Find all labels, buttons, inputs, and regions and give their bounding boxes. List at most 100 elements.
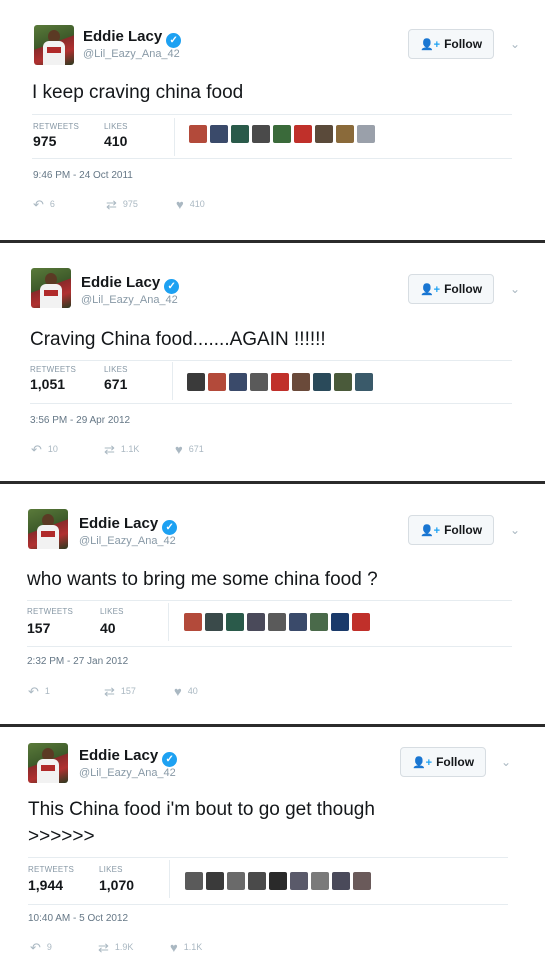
timestamp[interactable]: 3:56 PM - 29 Apr 2012	[30, 415, 130, 426]
retweets-label: RETWEETS	[28, 865, 75, 874]
avatar[interactable]	[313, 373, 331, 391]
avatar[interactable]	[292, 373, 310, 391]
chevron-down-icon[interactable]: ⌄	[508, 37, 522, 51]
avatar[interactable]	[208, 373, 226, 391]
avatar[interactable]	[332, 872, 350, 890]
likes-count[interactable]: 410	[104, 133, 127, 149]
avatar[interactable]	[268, 613, 286, 631]
likes-label: LIKES	[100, 607, 124, 616]
heart-icon: ♥	[175, 442, 183, 457]
avatar[interactable]	[248, 872, 266, 890]
heart-icon: ♥	[174, 684, 182, 699]
avatar[interactable]	[311, 872, 329, 890]
avatar[interactable]	[231, 125, 249, 143]
avatar[interactable]	[185, 872, 203, 890]
divider	[32, 158, 512, 159]
like-button[interactable]: ♥ 671	[175, 442, 204, 457]
avatar[interactable]	[189, 125, 207, 143]
user-name[interactable]: Eddie Lacy ✓	[79, 747, 178, 767]
verified-check-icon: ✓	[166, 33, 182, 48]
likes-count[interactable]: 1,070	[99, 877, 134, 893]
user-handle[interactable]: @Lil_Eazy_Ana_42	[79, 767, 176, 779]
avatar[interactable]	[294, 125, 312, 143]
user-name[interactable]: Eddie Lacy ✓	[79, 515, 178, 535]
retweet-button[interactable]: ⇄ 975	[106, 197, 138, 213]
chevron-down-icon[interactable]: ⌄	[508, 523, 522, 537]
add-user-icon: 👤+	[411, 757, 433, 769]
avatar[interactable]	[252, 125, 270, 143]
likes-count[interactable]: 671	[104, 376, 127, 392]
avatar[interactable]	[250, 373, 268, 391]
avatar[interactable]	[205, 613, 223, 631]
retweet-button[interactable]: ⇄ 157	[104, 684, 136, 700]
timestamp[interactable]: 2:32 PM - 27 Jan 2012	[27, 656, 128, 667]
avatar[interactable]	[331, 613, 349, 631]
follow-button[interactable]: 👤+ Follow	[408, 515, 494, 545]
chevron-down-icon[interactable]: ⌄	[508, 282, 522, 296]
avatar[interactable]	[28, 743, 68, 783]
retweets-count[interactable]: 1,944	[28, 877, 63, 893]
reply-button[interactable]: ↶ 9	[30, 940, 52, 956]
follow-button[interactable]: 👤+ Follow	[400, 747, 486, 777]
avatar[interactable]	[206, 872, 224, 890]
avatar[interactable]	[336, 125, 354, 143]
avatar[interactable]	[34, 25, 74, 65]
avatar[interactable]	[247, 613, 265, 631]
avatar[interactable]	[226, 613, 244, 631]
avatar[interactable]	[357, 125, 375, 143]
divider	[30, 360, 512, 361]
avatar[interactable]	[31, 268, 71, 308]
retweets-count[interactable]: 1,051	[30, 376, 65, 392]
liker-avatars[interactable]	[185, 872, 371, 890]
user-name[interactable]: Eddie Lacy ✓	[81, 274, 180, 294]
like-button[interactable]: ♥ 410	[176, 197, 205, 212]
avatar[interactable]	[229, 373, 247, 391]
avatar[interactable]	[227, 872, 245, 890]
retweets-label: RETWEETS	[27, 607, 74, 616]
avatar[interactable]	[334, 373, 352, 391]
avatar[interactable]	[271, 373, 289, 391]
divider	[30, 403, 512, 404]
follow-button[interactable]: 👤+ Follow	[408, 29, 494, 59]
tweet-card: Eddie Lacy ✓ @Lil_Eazy_Ana_42 👤+ Follow ⌄ …	[0, 243, 545, 481]
avatar[interactable]	[184, 613, 202, 631]
avatar[interactable]	[353, 872, 371, 890]
tweet-text: who wants to bring me some china food ?	[27, 569, 378, 590]
avatar[interactable]	[352, 613, 370, 631]
avatar[interactable]	[210, 125, 228, 143]
retweet-button[interactable]: ⇄ 1.9K	[98, 940, 133, 956]
user-handle[interactable]: @Lil_Eazy_Ana_42	[83, 48, 180, 60]
retweet-icon: ⇄	[104, 684, 115, 699]
avatar[interactable]	[315, 125, 333, 143]
reply-button[interactable]: ↶ 6	[33, 197, 55, 213]
retweets-count[interactable]: 975	[33, 133, 56, 149]
likes-count[interactable]: 40	[100, 620, 116, 636]
timestamp[interactable]: 10:40 AM - 5 Oct 2012	[28, 913, 128, 924]
like-button[interactable]: ♥ 40	[174, 684, 198, 699]
avatar[interactable]	[273, 125, 291, 143]
timestamp[interactable]: 9:46 PM - 24 Oct 2011	[33, 170, 133, 181]
avatar[interactable]	[289, 613, 307, 631]
retweet-button[interactable]: ⇄ 1.1K	[104, 442, 139, 458]
avatar[interactable]	[187, 373, 205, 391]
avatar[interactable]	[310, 613, 328, 631]
user-name[interactable]: Eddie Lacy ✓	[83, 28, 182, 48]
avatar[interactable]	[269, 872, 287, 890]
avatar[interactable]	[290, 872, 308, 890]
liker-avatars[interactable]	[187, 373, 373, 391]
follow-button[interactable]: 👤+ Follow	[408, 274, 494, 304]
reply-button[interactable]: ↶ 1	[28, 684, 50, 700]
avatar[interactable]	[355, 373, 373, 391]
liker-avatars[interactable]	[184, 613, 370, 631]
liker-avatars[interactable]	[189, 125, 375, 143]
like-button[interactable]: ♥ 1.1K	[170, 940, 202, 955]
retweets-count[interactable]: 157	[27, 620, 50, 636]
avatar[interactable]	[28, 509, 68, 549]
user-handle[interactable]: @Lil_Eazy_Ana_42	[79, 535, 176, 547]
user-handle[interactable]: @Lil_Eazy_Ana_42	[81, 294, 178, 306]
tweet-text: This China food i'm bout to go get thoug…	[28, 799, 375, 820]
retweet-icon: ⇄	[106, 197, 117, 212]
chevron-down-icon[interactable]: ⌄	[499, 755, 513, 769]
heart-icon: ♥	[170, 940, 178, 955]
reply-button[interactable]: ↶ 10	[31, 442, 58, 458]
